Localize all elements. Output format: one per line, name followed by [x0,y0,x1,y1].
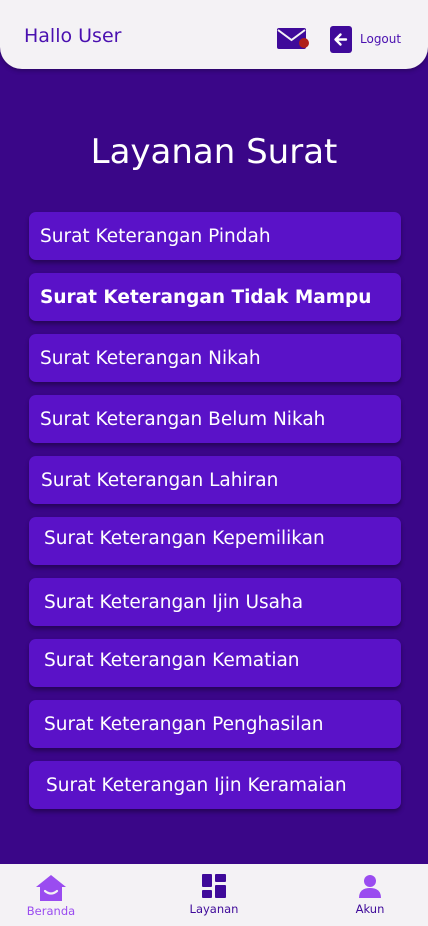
service-label: Surat Keterangan Belum Nikah [40,408,326,430]
service-lahiran[interactable]: Surat Keterangan Lahiran [29,456,401,504]
service-ijin-keramaian[interactable]: Surat Keterangan Ijin Keramaian [29,761,401,809]
notification-dot [299,38,309,48]
service-label: Surat Keterangan Kepemilikan [44,528,325,549]
bottom-navigation: Beranda Layanan Akun [0,864,428,926]
mail-icon [277,28,309,49]
top-bar: Hallo User Logout [0,0,428,69]
service-penghasilan[interactable]: Surat Keterangan Penghasilan [29,700,401,748]
nav-layanan-label: Layanan [189,902,239,916]
service-tidak-mampu[interactable]: Surat Keterangan Tidak Mampu [29,273,401,321]
service-label: Surat Keterangan Lahiran [41,469,279,491]
service-nikah[interactable]: Surat Keterangan Nikah [29,334,401,382]
service-belum-nikah[interactable]: Surat Keterangan Belum Nikah [29,395,401,443]
page-title: Layanan Surat [90,132,338,172]
service-kepemilikan[interactable]: Surat Keterangan Kepemilikan [29,517,401,565]
service-pindah[interactable]: Surat Keterangan Pindah [29,212,401,260]
mail-button[interactable] [277,27,309,51]
nav-layanan[interactable]: Layanan [169,874,259,916]
service-label: Surat Keterangan Kematian [44,650,300,671]
logout-icon [330,25,352,53]
user-icon [359,875,381,898]
nav-akun[interactable]: Akun [325,874,415,916]
grid-icon [202,874,226,898]
service-label: Surat Keterangan Pindah [40,225,271,247]
service-label: Surat Keterangan Tidak Mampu [40,286,372,308]
nav-beranda[interactable]: Beranda [6,874,96,918]
service-label: Surat Keterangan Nikah [40,347,261,369]
greeting-text: Hallo User [24,25,122,47]
logout-button[interactable]: Logout [330,25,401,53]
service-label: Surat Keterangan Penghasilan [44,713,324,735]
nav-beranda-label: Beranda [26,904,76,918]
service-kematian[interactable]: Surat Keterangan Kematian [29,639,401,687]
service-ijin-usaha[interactable]: Surat Keterangan Ijin Usaha [29,578,401,626]
logout-label: Logout [360,32,402,46]
nav-akun-label: Akun [355,902,385,916]
service-label: Surat Keterangan Ijin Keramaian [46,774,347,796]
service-label: Surat Keterangan Ijin Usaha [44,591,304,613]
home-icon [36,875,66,901]
